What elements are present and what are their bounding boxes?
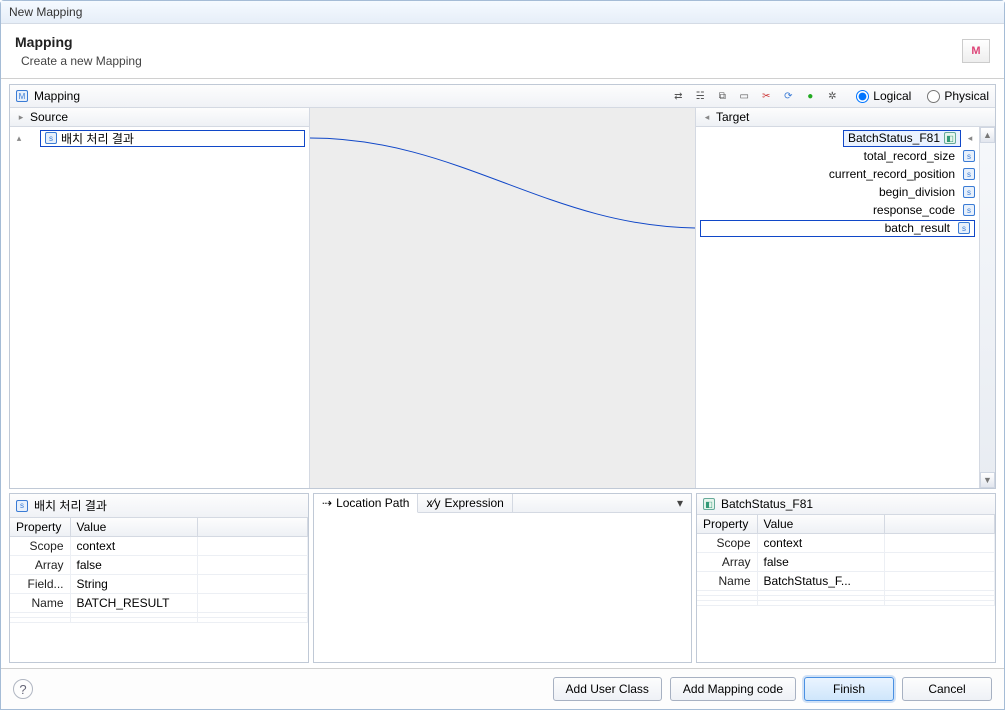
target-properties-panel: ◧ BatchStatus_F81 Property Value Scopeco…	[696, 493, 996, 663]
source-node-batch-result[interactable]: s 배치 처리 결과	[40, 130, 305, 147]
target-node-current-record-position[interactable]: current_record_position	[700, 167, 959, 181]
add-mapping-code-button[interactable]: Add Mapping code	[670, 677, 796, 701]
view-physical-radio[interactable]: Physical	[921, 89, 989, 103]
source-node-label: 배치 처리 결과	[61, 130, 134, 147]
source-label: Source	[30, 110, 68, 124]
target-node-response-code[interactable]: response_code	[700, 203, 959, 217]
mapping-toolbar: ⇄ ☵ ⧉ ▭ ✂ ⟳ ● ✲ Logical Physical	[670, 88, 989, 104]
expression-panel: ⇢ Location Path x⁄y Expression ▾	[313, 493, 692, 663]
page-title: Mapping	[15, 34, 142, 50]
expression-body[interactable]	[314, 513, 691, 662]
source-properties-panel: s 배치 처리 결과 Property Value Scopecontext A…	[9, 493, 309, 663]
scroll-up-icon[interactable]: ▲	[980, 127, 995, 143]
table-row: Scopecontext	[10, 537, 308, 556]
string-type-icon: s	[963, 168, 975, 180]
tool-paste-icon[interactable]: ▭	[736, 88, 752, 104]
string-type-icon: s	[963, 204, 975, 216]
string-type-icon: s	[958, 222, 970, 234]
view-logical-radio[interactable]: Logical	[850, 89, 911, 103]
tool-link-icon[interactable]: ⇄	[670, 88, 686, 104]
target-tree: BatchStatus_F81 ◧ ◂ total_record_size s …	[696, 127, 995, 488]
tab-location-path[interactable]: ⇢ Location Path	[314, 494, 418, 513]
tool-greenball-icon[interactable]: ●	[802, 88, 818, 104]
expr-icon: x⁄y	[426, 496, 440, 510]
window-title: New Mapping	[9, 5, 82, 19]
path-icon: ⇢	[322, 496, 332, 510]
target-header: ◂ Target	[696, 108, 995, 127]
string-type-icon: s	[45, 132, 57, 144]
tool-settings-icon[interactable]: ✲	[824, 88, 840, 104]
tab-dropdown-icon[interactable]: ▾	[669, 494, 691, 512]
table-row: Scopecontext	[697, 534, 995, 553]
string-type-icon: s	[963, 150, 975, 162]
group-type-icon: ◧	[944, 132, 956, 144]
expand-icon[interactable]: ◂	[965, 133, 975, 144]
dialog-header: Mapping Create a new Mapping M	[1, 24, 1004, 79]
source-properties-table: Property Value Scopecontext Arrayfalse F…	[10, 518, 308, 623]
mapping-panel-label: Mapping	[34, 89, 80, 103]
target-node-batch-result[interactable]: batch_result s	[700, 220, 975, 237]
table-row: NameBATCH_RESULT	[10, 594, 308, 613]
col-property[interactable]: Property	[697, 515, 757, 534]
target-node-batchstatus[interactable]: BatchStatus_F81 ◧	[843, 130, 961, 147]
table-row: Arrayfalse	[697, 553, 995, 572]
tool-tree-icon[interactable]: ☵	[692, 88, 708, 104]
table-row: Field...String	[10, 575, 308, 594]
col-value[interactable]: Value	[70, 518, 198, 537]
table-row: NameBatchStatus_F...	[697, 572, 995, 591]
window-titlebar[interactable]: New Mapping	[1, 1, 1004, 24]
target-label: Target	[716, 110, 749, 124]
finish-button[interactable]: Finish	[804, 677, 894, 701]
target-properties-title: BatchStatus_F81	[721, 497, 813, 511]
scroll-down-icon[interactable]: ▼	[980, 472, 995, 488]
mapping-icon: M	[962, 39, 990, 63]
help-icon[interactable]: ?	[13, 679, 33, 699]
mapping-canvas[interactable]	[310, 108, 695, 488]
scrollbar[interactable]: ▲ ▼	[979, 127, 995, 488]
target-node-label: BatchStatus_F81	[848, 131, 940, 145]
dialog-window: New Mapping Mapping Create a new Mapping…	[0, 0, 1005, 710]
mapping-panel-header: M Mapping ⇄ ☵ ⧉ ▭ ✂ ⟳ ● ✲ Logical	[10, 85, 995, 108]
tool-refresh-icon[interactable]: ⟳	[780, 88, 796, 104]
page-subtitle: Create a new Mapping	[21, 54, 142, 68]
add-user-class-button[interactable]: Add User Class	[553, 677, 662, 701]
collapse-icon[interactable]: ◂	[702, 112, 712, 123]
target-node-total-record-size[interactable]: total_record_size	[700, 149, 959, 163]
table-row: Arrayfalse	[10, 556, 308, 575]
dialog-footer: ? Add User Class Add Mapping code Finish…	[1, 668, 1004, 709]
source-tree: ▴ s 배치 처리 결과	[10, 127, 309, 488]
string-type-icon: s	[963, 186, 975, 198]
string-type-icon: s	[16, 500, 28, 512]
expand-icon[interactable]: ▴	[14, 133, 24, 144]
cancel-button[interactable]: Cancel	[902, 677, 992, 701]
source-header: ▸ Source	[10, 108, 309, 127]
tool-copy-icon[interactable]: ⧉	[714, 88, 730, 104]
col-property[interactable]: Property	[10, 518, 70, 537]
collapse-icon[interactable]: ▸	[16, 112, 26, 123]
target-properties-table: Property Value Scopecontext Arrayfalse N…	[697, 515, 995, 606]
mapping-icon-small: M	[16, 90, 28, 102]
col-value[interactable]: Value	[757, 515, 885, 534]
tool-cut-icon[interactable]: ✂	[758, 88, 774, 104]
tab-expression[interactable]: x⁄y Expression	[418, 494, 512, 512]
source-properties-title: 배치 처리 결과	[34, 497, 107, 514]
group-type-icon: ◧	[703, 498, 715, 510]
target-node-begin-division[interactable]: begin_division	[700, 185, 959, 199]
